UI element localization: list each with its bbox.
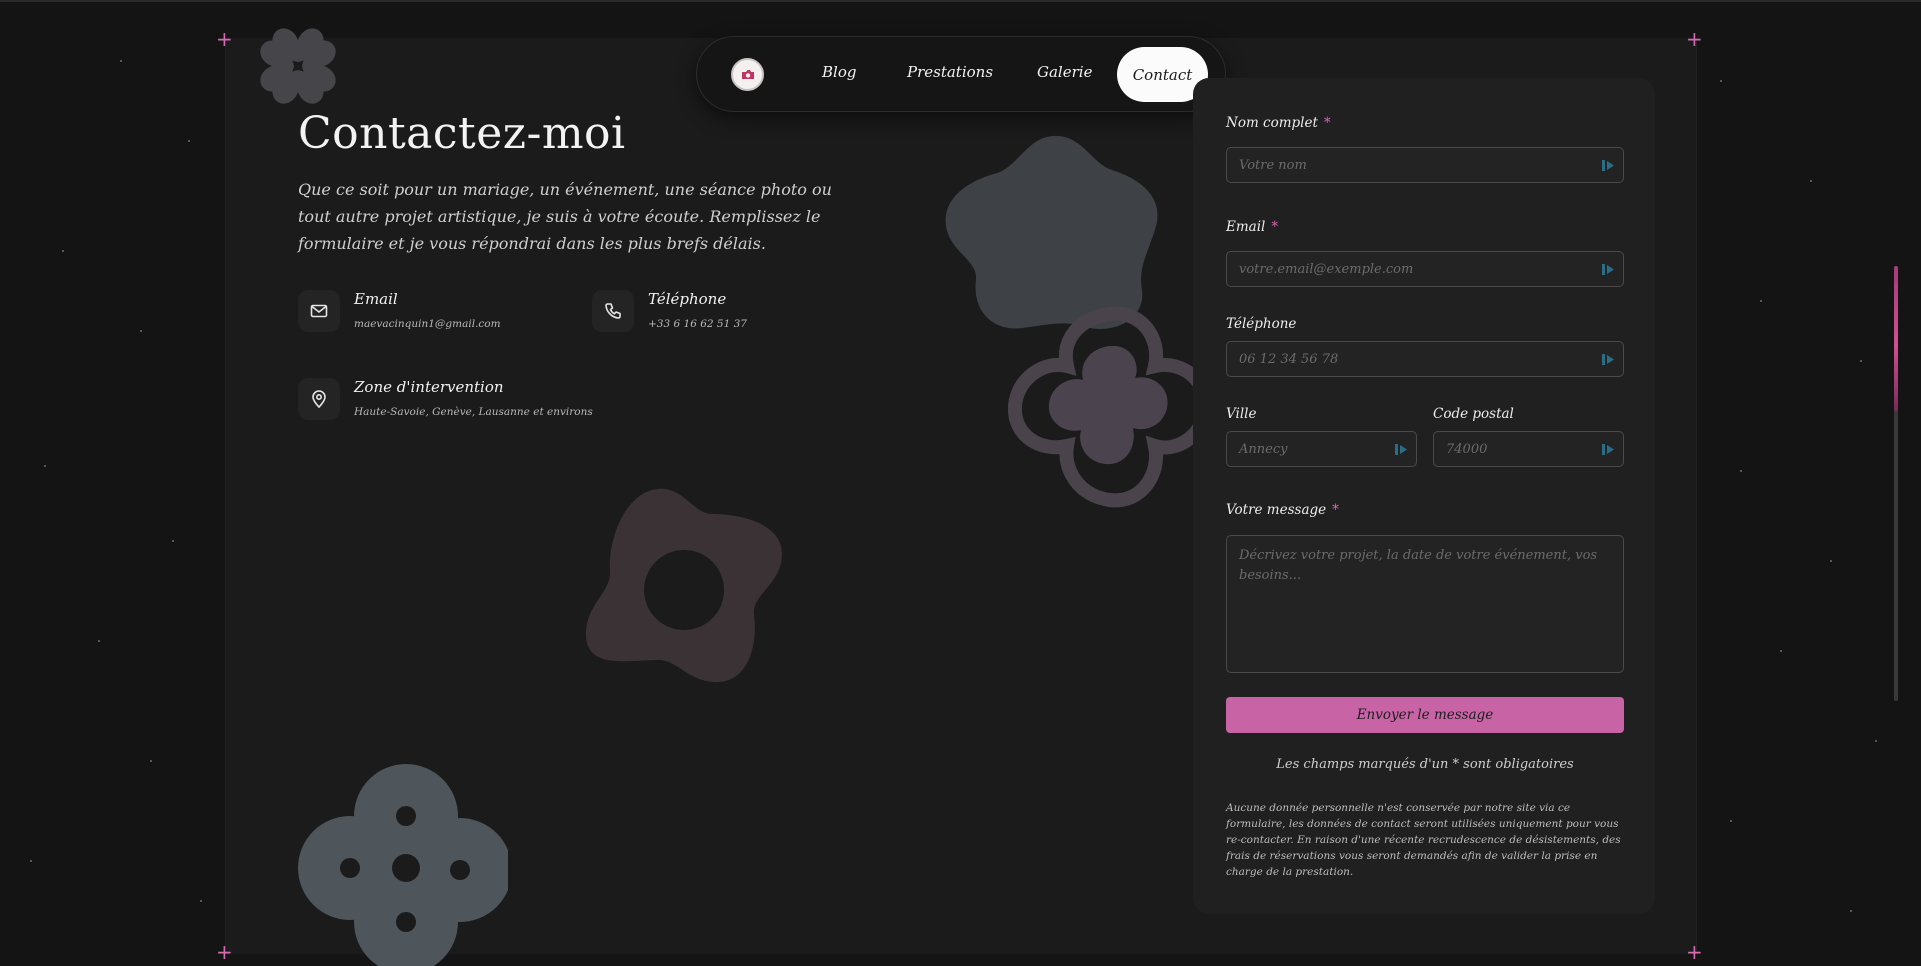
map-pin-icon	[298, 378, 340, 420]
phone-input[interactable]: 06 12 34 56 78	[1226, 341, 1624, 377]
postal-input[interactable]: 74000	[1433, 431, 1624, 467]
name-label: Nom complet *	[1226, 115, 1331, 131]
required-marker: *	[1332, 502, 1339, 518]
autofill-icon[interactable]	[1601, 158, 1615, 173]
message-textarea[interactable]: Décrivez votre projet, la date de votre …	[1226, 535, 1624, 673]
required-marker: *	[1271, 219, 1279, 235]
mail-icon	[298, 290, 340, 332]
intro-text: Que ce soit pour un mariage, un événemen…	[298, 180, 832, 253]
required-fields-note: Les champs marqués d'un * sont obligatoi…	[1276, 757, 1574, 772]
nav-blog-link[interactable]: Blog	[822, 63, 856, 81]
autofill-icon[interactable]	[1601, 442, 1615, 457]
message-placeholder: Décrivez votre projet, la date de votre …	[1239, 548, 1598, 583]
email-label: Email *	[1226, 219, 1278, 235]
contact-email-value[interactable]: maevacinquin1@gmail.com	[354, 318, 501, 330]
name-placeholder: Votre nom	[1239, 157, 1307, 173]
phone-label: Téléphone	[1226, 316, 1297, 332]
email-input[interactable]: votre.email@exemple.com	[1226, 251, 1624, 287]
phone-placeholder: 06 12 34 56 78	[1239, 351, 1339, 367]
contact-form-card	[1193, 78, 1655, 914]
privacy-notice: Aucune donnée personnelle n'est conservé…	[1226, 802, 1621, 878]
corner-plus-icon: +	[216, 27, 233, 51]
submit-button[interactable]: Envoyer le message	[1226, 697, 1624, 733]
nav-galerie-link[interactable]: Galerie	[1037, 63, 1092, 81]
autofill-icon[interactable]	[1601, 262, 1615, 277]
corner-plus-icon: +	[1686, 940, 1703, 964]
email-placeholder: votre.email@exemple.com	[1239, 261, 1414, 277]
corner-plus-icon: +	[216, 940, 233, 964]
autofill-icon[interactable]	[1601, 352, 1615, 367]
phone-icon	[592, 290, 634, 332]
autofill-icon[interactable]	[1394, 442, 1408, 457]
corner-plus-icon: +	[1686, 27, 1703, 51]
page-title: Contactez-moi	[298, 108, 626, 159]
contact-phone-value[interactable]: +33 6 16 62 51 37	[648, 318, 747, 330]
window-top-edge	[0, 0, 1921, 2]
contact-phone-title: Téléphone	[648, 290, 727, 308]
name-label-text: Nom complet	[1226, 115, 1318, 131]
contact-zone-title: Zone d'intervention	[354, 378, 504, 396]
name-input[interactable]: Votre nom	[1226, 147, 1624, 183]
postal-placeholder: 74000	[1446, 441, 1488, 457]
page-scrollbar-thumb[interactable]	[1894, 266, 1898, 411]
nav-prestations-link[interactable]: Prestations	[907, 63, 993, 81]
postal-label: Code postal	[1433, 406, 1514, 422]
camera-logo-icon[interactable]	[731, 58, 764, 91]
top-navigation: Blog Prestations Galerie Contact	[696, 36, 1226, 112]
city-input[interactable]: Annecy	[1226, 431, 1417, 467]
city-label: Ville	[1226, 406, 1257, 422]
contact-zone-value: Haute-Savoie, Genève, Lausanne et enviro…	[354, 406, 593, 418]
message-label: Votre message *	[1226, 502, 1339, 518]
email-label-text: Email	[1226, 219, 1266, 235]
contact-email-title: Email	[354, 290, 398, 308]
required-marker: *	[1323, 115, 1331, 131]
city-placeholder: Annecy	[1239, 441, 1288, 457]
message-label-text: Votre message	[1226, 502, 1327, 518]
